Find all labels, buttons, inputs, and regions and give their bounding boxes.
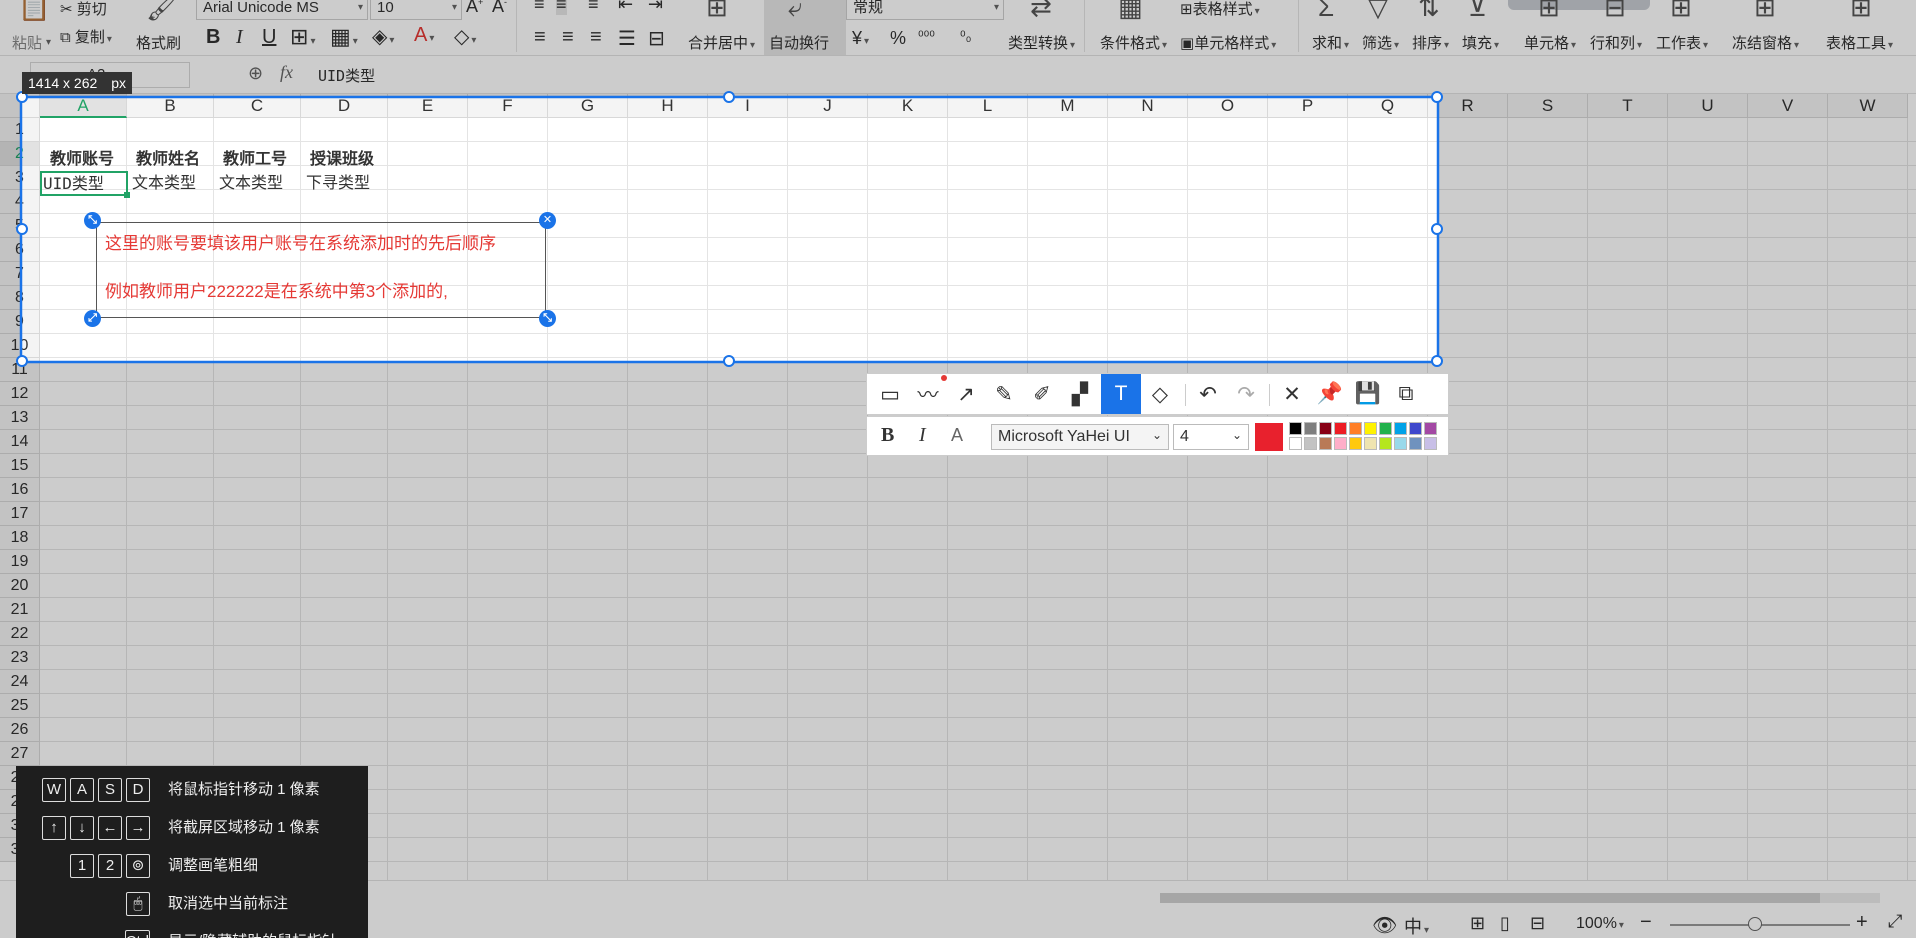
hotkey-help-panel: W A S D 将鼠标指针移动 1 像素 ↑ ↓ ← → 将截屏区域移动 1 像素 1 2 ⊚ 调整画笔粗… (16, 766, 368, 938)
highlighter-icon[interactable]: ✐ (1025, 377, 1059, 411)
color-swatch[interactable] (1334, 437, 1347, 450)
recording-dot (941, 375, 947, 381)
color-swatch[interactable] (1364, 437, 1377, 450)
hotkey-key: A (70, 778, 94, 802)
color-swatch[interactable] (1379, 437, 1392, 450)
size-select[interactable]: 4 ⌄ (1173, 424, 1249, 450)
copy-icon[interactable]: ⧉ (1389, 377, 1423, 411)
hotkey-key: ⊚ (126, 854, 150, 878)
text-settings-bar: B I A Microsoft YaHei UI ⌄ 4 ⌄ (866, 416, 1449, 456)
hotkey-row: Ctrl 显示/隐藏辅助的鼠标指针 (26, 930, 337, 938)
capture-resize-handle[interactable] (16, 223, 28, 235)
hotkey-key: ← (98, 816, 122, 840)
eraser-icon[interactable]: ◇ (1143, 377, 1177, 411)
color-swatch[interactable] (1394, 437, 1407, 450)
size-tooltip: 1414 x 262 px (22, 72, 132, 94)
hotkey-key: 2 (98, 854, 122, 878)
hotkey-description: 将截屏区域移动 1 像素 (168, 819, 320, 836)
color-swatch[interactable] (1319, 422, 1332, 435)
pin-icon[interactable]: 📌 (1313, 377, 1347, 411)
color-swatch[interactable] (1379, 422, 1392, 435)
hotkey-key: ↑ (42, 816, 66, 840)
hotkey-key: 1 (70, 854, 94, 878)
hotkey-key: S (98, 778, 122, 802)
outline-toggle[interactable]: A (951, 425, 963, 446)
italic-toggle[interactable]: I (919, 424, 926, 447)
bold-toggle[interactable]: B (881, 424, 894, 447)
hotkey-row: 1 2 ⊚ 调整画笔粗细 (26, 854, 258, 878)
hotkey-key: ↓ (70, 816, 94, 840)
close-icon[interactable]: ✕ (1275, 377, 1309, 411)
color-swatch[interactable] (1424, 422, 1437, 435)
capture-resize-handle[interactable] (723, 91, 735, 103)
capture-resize-handle[interactable] (1431, 355, 1443, 367)
undo-icon[interactable]: ↶ (1191, 377, 1225, 411)
color-swatch[interactable] (1319, 437, 1332, 450)
color-swatch[interactable] (1424, 437, 1437, 450)
color-swatch[interactable] (1304, 422, 1317, 435)
mosaic-icon[interactable]: ▞ (1063, 377, 1097, 411)
capture-resize-handle[interactable] (1431, 91, 1443, 103)
color-swatch[interactable] (1304, 437, 1317, 450)
redo-icon[interactable]: ↷ (1229, 377, 1263, 411)
hotkey-row: 🖱 取消选中当前标注 (26, 892, 288, 916)
hotkey-row: W A S D 将鼠标指针移动 1 像素 (26, 778, 320, 802)
pencil-icon[interactable]: ✎ (987, 377, 1021, 411)
font-select[interactable]: Microsoft YaHei UI ⌄ (991, 424, 1169, 450)
hotkey-key: W (42, 778, 66, 802)
rectangle-icon[interactable]: ▭ (873, 377, 907, 411)
color-swatch[interactable] (1349, 422, 1362, 435)
color-swatch[interactable] (1409, 422, 1422, 435)
color-swatch[interactable] (1394, 422, 1407, 435)
color-swatch[interactable] (1334, 422, 1347, 435)
hotkey-description: 显示/隐藏辅助的鼠标指针 (168, 933, 337, 938)
color-swatch[interactable] (1289, 422, 1302, 435)
color-swatch[interactable] (1349, 437, 1362, 450)
hotkey-row: ↑ ↓ ← → 将截屏区域移动 1 像素 (26, 816, 320, 840)
polyline-icon[interactable]: 〰 (911, 377, 945, 411)
hotkey-key: D (126, 778, 150, 802)
hotkey-description: 将鼠标指针移动 1 像素 (168, 781, 320, 798)
color-swatch[interactable] (1289, 437, 1302, 450)
color-swatch[interactable] (1409, 437, 1422, 450)
capture-toolbar: ▭ 〰 ↗ ✎ ✐ ▞ T ◇ ↶ ↷ ✕ 📌 💾 ⧉ (866, 373, 1449, 415)
hotkey-key: Ctrl (124, 930, 150, 938)
color-swatch[interactable] (1364, 422, 1377, 435)
arrow-icon[interactable]: ↗ (949, 377, 983, 411)
active-color-swatch[interactable] (1255, 423, 1283, 451)
save-icon[interactable]: 💾 (1351, 377, 1385, 411)
capture-resize-handle[interactable] (16, 355, 28, 367)
capture-resize-handle[interactable] (1431, 223, 1443, 235)
capture-resize-handle[interactable] (723, 355, 735, 367)
hotkey-key: 🖱 (126, 892, 150, 916)
hotkey-key: → (126, 816, 150, 840)
hotkey-description: 取消选中当前标注 (168, 895, 289, 912)
hotkey-description: 调整画笔粗细 (168, 857, 259, 874)
text-icon[interactable]: T (1101, 374, 1141, 414)
